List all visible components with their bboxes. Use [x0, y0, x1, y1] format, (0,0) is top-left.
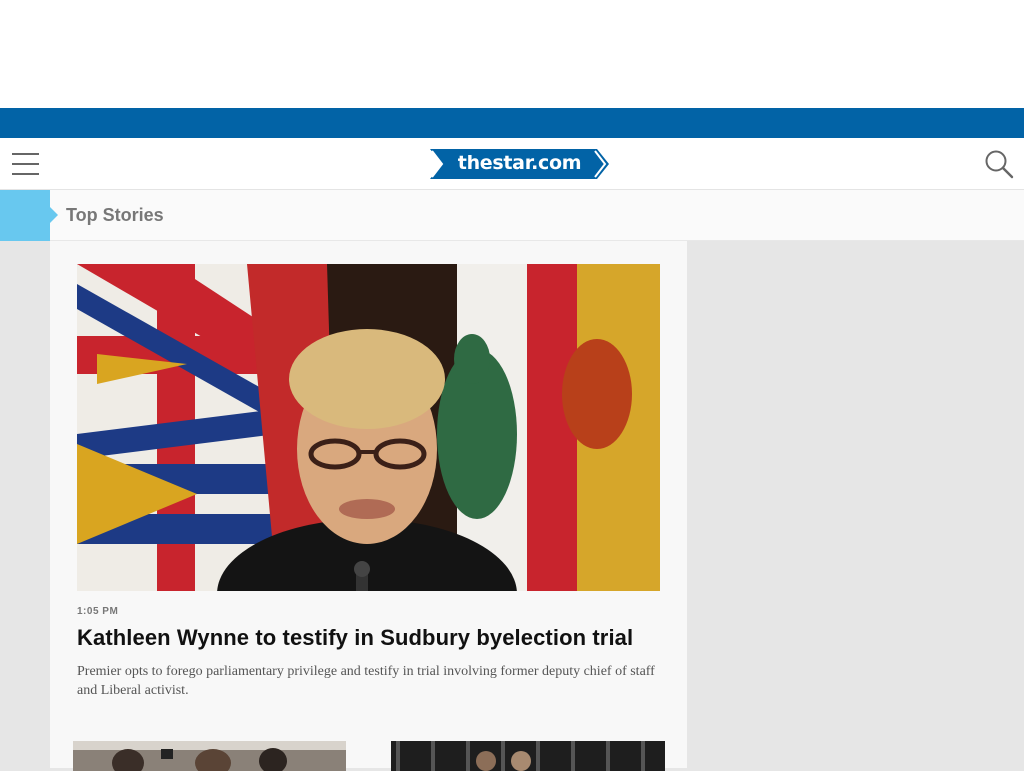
site-header: thestar.com	[0, 138, 1024, 190]
lead-story-card: 1:05 PM Kathleen Wynne to testify in Sud…	[50, 241, 687, 771]
ad-space	[0, 0, 1024, 108]
search-icon[interactable]	[984, 149, 1014, 179]
secondary-story-photo-right[interactable]	[391, 741, 665, 771]
section-accent-marker	[0, 190, 58, 241]
logo-text: thestar.com	[457, 152, 582, 174]
section-title: Top Stories	[66, 205, 164, 225]
story-summary: Premier opts to forego parliamentary pri…	[77, 664, 655, 698]
top-brand-band	[0, 108, 1024, 138]
section-header: Top Stories	[0, 190, 1024, 241]
hamburger-menu-icon[interactable]	[12, 153, 39, 175]
site-logo[interactable]: thestar.com	[430, 149, 609, 179]
secondary-story-photo-left[interactable]	[73, 741, 346, 771]
lead-story-photo[interactable]	[77, 264, 660, 591]
story-timestamp: 1:05 PM	[77, 606, 119, 617]
story-headline[interactable]: Kathleen Wynne to testify in Sudbury bye…	[77, 624, 677, 652]
